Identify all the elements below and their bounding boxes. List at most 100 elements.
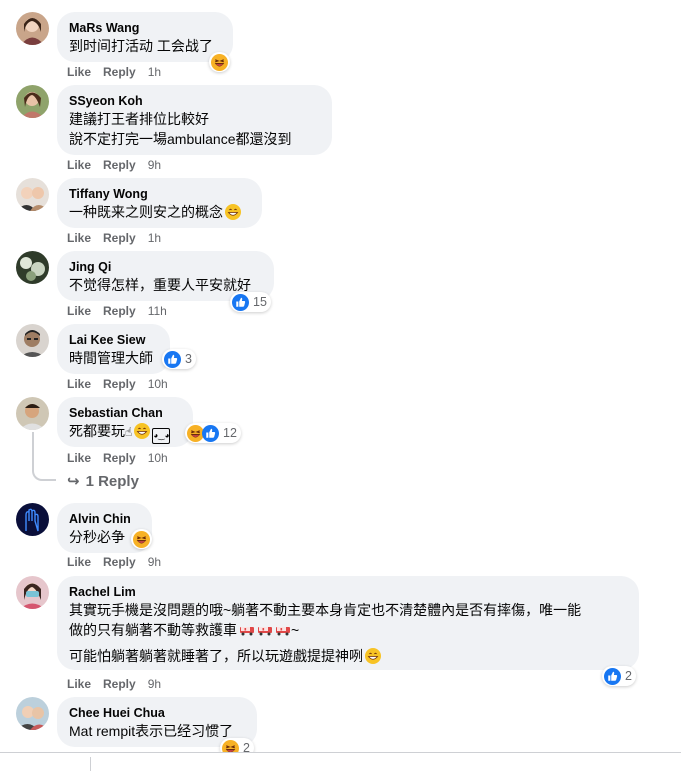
comment-bubble: Lai Kee Siew 時間管理大師 bbox=[57, 324, 170, 374]
divider bbox=[90, 757, 91, 771]
comment-author[interactable]: Tiffany Wong bbox=[69, 186, 250, 202]
timestamp[interactable]: 1h bbox=[148, 65, 161, 79]
comment-text: 分秒必争 bbox=[69, 529, 125, 545]
reaction-badge[interactable]: 2 bbox=[602, 666, 636, 686]
reaction-count: 15 bbox=[253, 295, 267, 309]
timestamp[interactable]: 10h bbox=[148, 451, 168, 465]
like-button[interactable]: Like bbox=[67, 451, 91, 465]
timestamp[interactable]: 10h bbox=[148, 377, 168, 391]
like-button[interactable]: Like bbox=[67, 158, 91, 172]
timestamp[interactable]: 9h bbox=[148, 158, 161, 172]
reaction-badge[interactable]: 3 bbox=[162, 349, 196, 369]
avatar[interactable] bbox=[16, 503, 49, 536]
comment-text: 時間管理大師 bbox=[69, 350, 153, 366]
avatar[interactable] bbox=[16, 697, 49, 730]
reply-button[interactable]: Reply bbox=[103, 304, 136, 318]
comment-text: 建議打王者排位比較好 說不定打完一場ambulance都還沒到 bbox=[69, 111, 292, 147]
reply-button[interactable]: Reply bbox=[103, 451, 136, 465]
reply-button[interactable]: Reply bbox=[103, 65, 136, 79]
comment-text: 到时间打活动 工会战了 bbox=[69, 38, 213, 54]
reaction-badge[interactable] bbox=[131, 529, 152, 549]
comment-actions: Like Reply 9h bbox=[67, 555, 173, 569]
like-icon bbox=[202, 425, 219, 442]
comment-text-tail: ~ bbox=[291, 622, 300, 638]
like-button[interactable]: Like bbox=[67, 304, 91, 318]
reply-button[interactable]: Reply bbox=[103, 231, 136, 245]
comment-bubble: SSyeon Koh 建議打王者排位比較好 說不定打完一場ambulance都還… bbox=[57, 85, 332, 155]
comment-bubble: Tiffany Wong 一种既来之则安之的概念 bbox=[57, 178, 262, 228]
comment-author[interactable]: Chee Huei Chua bbox=[69, 705, 245, 721]
comment-text: 不觉得怎样，重要人平安就好 bbox=[69, 277, 251, 293]
avatar[interactable] bbox=[16, 12, 49, 45]
like-button[interactable]: Like bbox=[67, 677, 91, 691]
timestamp[interactable]: 9h bbox=[148, 555, 161, 569]
thread-connector bbox=[32, 432, 56, 481]
comment-text-content: 其實玩手機是沒問題的哦~躺著不動主要本身肯定也不清楚體內是否有摔傷，唯一能 做的… bbox=[69, 602, 582, 638]
haha-icon bbox=[211, 54, 228, 71]
reaction-count: 12 bbox=[223, 426, 237, 440]
grin-icon bbox=[134, 423, 150, 439]
avatar[interactable] bbox=[16, 251, 49, 284]
comment-author[interactable]: SSyeon Koh bbox=[69, 93, 320, 109]
reaction-badge[interactable]: 15 bbox=[230, 292, 271, 312]
comment-input-bar bbox=[0, 752, 681, 771]
haha-icon bbox=[133, 531, 150, 548]
like-icon bbox=[164, 351, 181, 368]
reaction-badge[interactable]: 12 bbox=[185, 423, 241, 443]
comment-text-content: 死都要玩 bbox=[69, 423, 125, 439]
comment-actions: Like Reply 1h bbox=[67, 65, 173, 79]
comment-author[interactable]: Rachel Lim bbox=[69, 584, 627, 600]
like-button[interactable]: Like bbox=[67, 231, 91, 245]
reaction-count: 2 bbox=[625, 669, 632, 683]
reply-button[interactable]: Reply bbox=[103, 158, 136, 172]
avatar[interactable] bbox=[16, 178, 49, 211]
comment-actions: Like Reply 9h bbox=[67, 158, 173, 172]
comment-author[interactable]: Jing Qi bbox=[69, 259, 262, 275]
comment-text-content: 可能怕躺著躺著就睡著了，所以玩遊戲提提神咧 bbox=[69, 648, 363, 664]
smiley-box-icon: ◕‿◕ bbox=[152, 428, 171, 444]
grin-icon bbox=[225, 204, 241, 220]
avatar[interactable] bbox=[16, 85, 49, 118]
view-replies-link[interactable]: ↪ 1 Reply bbox=[67, 472, 139, 490]
like-icon bbox=[232, 294, 249, 311]
comment-bubble: MaRs Wang 到时间打活动 工会战了 bbox=[57, 12, 233, 62]
comment-author[interactable]: Sebastian Chan bbox=[69, 405, 181, 421]
comment-author[interactable]: MaRs Wang bbox=[69, 20, 221, 36]
comment-actions: Like Reply 10h bbox=[67, 451, 180, 465]
comment-actions: Like Reply 1h bbox=[67, 231, 173, 245]
like-icon bbox=[604, 668, 621, 685]
comment-text-content: 一种既来之则安之的概念 bbox=[69, 204, 223, 220]
pointing-hand-icon: ☝ bbox=[125, 425, 133, 439]
comment-text: 死都要玩☝ ◕‿◕ bbox=[69, 421, 181, 444]
comment-text-paragraph: 可能怕躺著躺著就睡著了，所以玩遊戲提提神咧 bbox=[69, 646, 627, 666]
view-replies-label: 1 Reply bbox=[85, 473, 139, 490]
like-button[interactable]: Like bbox=[67, 65, 91, 79]
timestamp[interactable]: 9h bbox=[148, 677, 161, 691]
avatar[interactable] bbox=[16, 576, 49, 609]
comment-author[interactable]: Lai Kee Siew bbox=[69, 332, 158, 348]
comment-text: Mat rempit表示已经习惯了 bbox=[69, 723, 234, 739]
comment-actions: Like Reply 9h bbox=[67, 677, 173, 691]
like-button[interactable]: Like bbox=[67, 377, 91, 391]
reply-arrow-icon: ↪ bbox=[67, 473, 80, 490]
like-button[interactable]: Like bbox=[67, 555, 91, 569]
avatar[interactable] bbox=[16, 324, 49, 357]
comment-actions: Like Reply 10h bbox=[67, 377, 180, 391]
comment-bubble: Sebastian Chan 死都要玩☝ ◕‿◕ bbox=[57, 397, 193, 447]
comment-actions: Like Reply 11h bbox=[67, 304, 179, 318]
comment-text: 一种既来之则安之的概念 bbox=[69, 202, 250, 222]
reply-button[interactable]: Reply bbox=[103, 555, 136, 569]
comment-bubble: Rachel Lim 其實玩手機是沒問題的哦~躺著不動主要本身肯定也不清楚體內是… bbox=[57, 576, 639, 670]
comment-author[interactable]: Alvin Chin bbox=[69, 511, 140, 527]
ambulance-icon bbox=[239, 622, 255, 638]
timestamp[interactable]: 1h bbox=[148, 231, 161, 245]
ambulance-icon bbox=[257, 622, 273, 638]
avatar[interactable] bbox=[16, 397, 49, 430]
ambulance-icon bbox=[275, 622, 291, 638]
reply-button[interactable]: Reply bbox=[103, 377, 136, 391]
grin-icon bbox=[365, 648, 381, 664]
reply-button[interactable]: Reply bbox=[103, 677, 136, 691]
timestamp[interactable]: 11h bbox=[148, 304, 167, 318]
reaction-badge[interactable] bbox=[209, 52, 230, 72]
comment-text: 其實玩手機是沒問題的哦~躺著不動主要本身肯定也不清楚體內是否有摔傷，唯一能 做的… bbox=[69, 600, 627, 640]
